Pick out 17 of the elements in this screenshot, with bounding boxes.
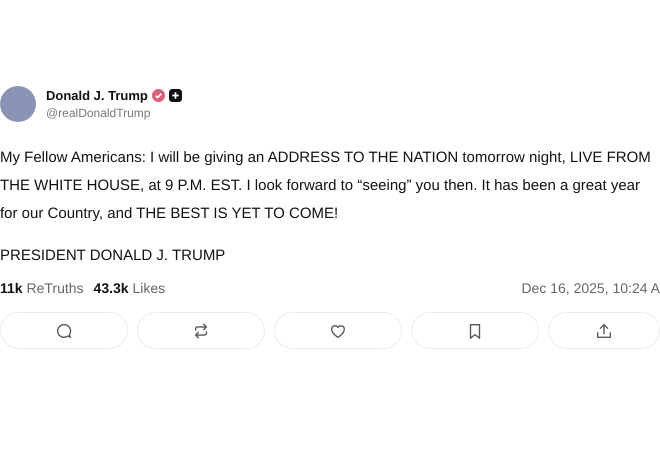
author-handle[interactable]: @realDonaldTrump <box>46 106 182 120</box>
author-name[interactable]: Donald J. Trump <box>46 88 148 103</box>
post-text: My Fellow Americans: I will be giving an ADDRESS TO THE NATION tomorrow night, LIVE FROM THE WHITE HOUSE, at 9 P.M. EST. I look forward to “seeing” you then. It has been a great year for our Country, and THE BEST IS YET TO COME! <box>0 148 652 224</box>
reply-button[interactable] <box>0 312 128 349</box>
stat-link[interactable]: 43.3k Likes <box>94 280 166 296</box>
repost-arrows-icon <box>192 322 210 340</box>
share-button[interactable] <box>548 312 660 349</box>
like-button[interactable] <box>274 312 402 349</box>
post-text: PRESIDENT DONALD J. TRUMP <box>0 246 226 266</box>
plus-icon <box>168 89 182 102</box>
speech-bubble-icon <box>55 322 73 340</box>
bookmark-button[interactable] <box>411 312 539 349</box>
avatar <box>0 86 36 122</box>
repost-button[interactable] <box>137 312 265 349</box>
post-date: Dec 16, 2025, 10:24 A <box>521 280 660 296</box>
stat-link[interactable]: 11k ReTruths <box>0 280 84 296</box>
share-icon <box>595 322 613 340</box>
